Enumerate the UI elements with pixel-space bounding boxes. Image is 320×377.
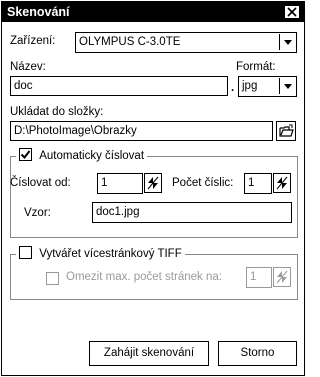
pattern-label: Vzor: [24,207,51,219]
checkmark-icon [20,150,31,160]
extension-separator: . [231,82,235,94]
multipage-legend: Vytvářet vícestránkový TIFF [16,246,185,263]
digits-input[interactable]: 1 [244,173,272,194]
device-select[interactable]: OLYMPUS C-3.0TE [75,32,297,53]
device-label: Zařízení: [10,35,56,47]
page-limit-input[interactable]: 1 [246,267,272,288]
multipage-checkbox[interactable] [19,246,32,259]
window-title: Skenování [7,5,70,19]
format-label: Formát: [236,61,276,73]
digits-label: Počet číslic: [172,177,234,189]
page-limit-checkbox[interactable] [46,272,59,285]
chevron-down-icon[interactable] [279,34,295,50]
format-select[interactable]: jpg [238,76,297,97]
folder-open-icon [279,124,294,137]
page-limit-spinner[interactable] [273,267,291,287]
name-label: Název: [10,61,46,73]
digits-spinner[interactable] [273,173,291,193]
device-value: OLYMPUS C-3.0TE [79,36,181,48]
save-folder-label: Ukládat do složky: [10,106,104,118]
browse-folder-button[interactable] [276,121,296,141]
format-value: jpg [242,80,258,92]
name-input[interactable]: doc [10,76,228,96]
auto-number-legend: Automaticky číslovat [16,148,148,165]
scan-dialog: Skenování Zařízení: OLYMPUS C-3.0TE Náze… [1,1,305,376]
close-button[interactable] [284,5,300,19]
auto-number-label: Automaticky číslovat [39,149,145,162]
chevron-down-icon[interactable] [279,78,295,94]
auto-number-checkbox[interactable] [19,148,32,161]
pattern-value: doc1.jpg [92,202,292,223]
start-number-spinner[interactable] [144,173,162,193]
multipage-label: Vytvářet vícestránkový TIFF [39,247,182,260]
start-number-label: Číslovat od: [10,177,71,189]
start-scan-button[interactable]: Zahájit skenování [89,341,209,366]
spinner-arrows-icon [276,270,288,284]
auto-number-group [10,156,298,238]
title-bar: Skenování [2,2,304,22]
close-icon [287,7,297,17]
page-limit-label: Omezit max. počet stránek na: [66,271,222,283]
save-folder-input[interactable]: D:\PhotoImage\Obrazky [10,121,273,141]
start-number-input[interactable]: 1 [97,173,143,194]
spinner-arrows-icon [147,176,159,190]
spinner-arrows-icon [276,176,288,190]
cancel-button[interactable]: Storno [218,341,297,366]
